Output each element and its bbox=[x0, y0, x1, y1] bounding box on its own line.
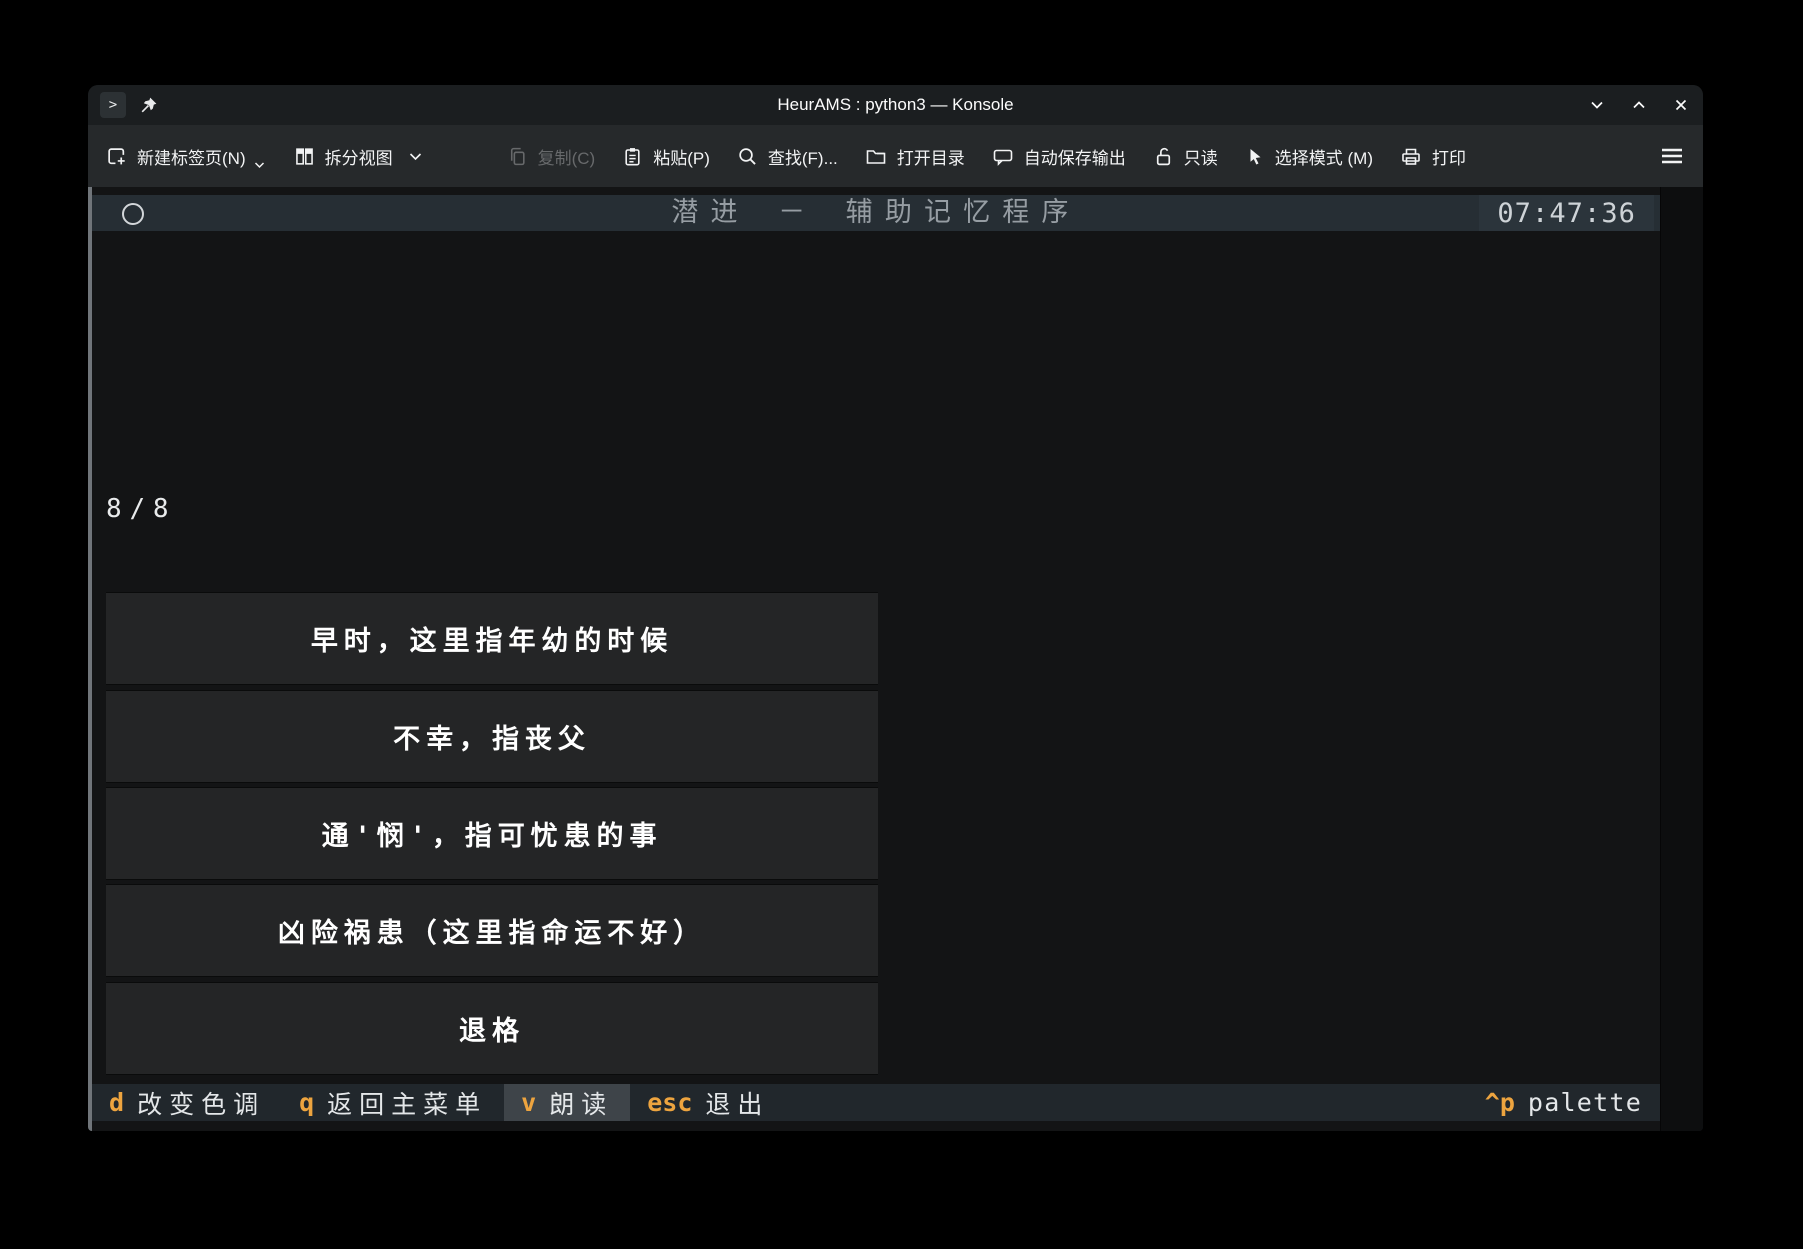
readonly-button[interactable]: 只读 bbox=[1153, 144, 1218, 169]
maximize-button[interactable] bbox=[1629, 95, 1649, 115]
split-view-icon bbox=[294, 146, 315, 167]
find-label: 查找(F)... bbox=[768, 144, 838, 169]
find-button[interactable]: 查找(F)... bbox=[737, 144, 838, 169]
chevron-down-icon bbox=[409, 152, 422, 161]
readonly-label: 只读 bbox=[1184, 144, 1218, 169]
terminal-content: 潜进 － 辅助记忆程序 07:47:36 8/8 臣密言：臣以险衅，夙遭闵凶. … bbox=[92, 187, 1660, 1131]
speech-bubble-icon bbox=[992, 146, 1014, 167]
paste-label: 粘贴(P) bbox=[653, 144, 710, 169]
search-icon bbox=[737, 146, 758, 167]
autosave-label: 自动保存输出 bbox=[1024, 144, 1126, 169]
split-view-label: 拆分视图 bbox=[325, 144, 393, 169]
open-dir-label: 打开目录 bbox=[897, 144, 965, 169]
hotkey-key: q bbox=[299, 1088, 314, 1117]
terminal-prompt-glyph: > bbox=[109, 97, 117, 113]
copy-label: 复制(C) bbox=[538, 144, 596, 169]
print-label: 打印 bbox=[1432, 144, 1466, 169]
pin-icon[interactable] bbox=[140, 96, 158, 114]
open-folder-icon bbox=[865, 146, 887, 167]
titlebar[interactable]: > HeurAMS : python3 — Konsole bbox=[88, 85, 1703, 125]
open-dir-button[interactable]: 打开目录 bbox=[865, 144, 965, 169]
split-view-button[interactable]: 拆分视图 bbox=[294, 144, 422, 169]
hotkey-main-menu[interactable]: q 返回主菜单 bbox=[282, 1084, 504, 1121]
select-mode-label: 选择模式 (M) bbox=[1275, 144, 1373, 169]
close-button[interactable] bbox=[1671, 95, 1691, 115]
hotkey-label: 返回主菜单 bbox=[327, 1085, 487, 1121]
answer-button-2[interactable]: 不幸，指丧父 bbox=[106, 690, 878, 783]
hotkey-label: palette bbox=[1528, 1088, 1642, 1117]
hamburger-menu-button[interactable] bbox=[1659, 145, 1685, 167]
hotkey-key: ^p bbox=[1485, 1088, 1515, 1117]
copy-button[interactable]: 复制(C) bbox=[507, 144, 596, 169]
dropdown-caret-icon bbox=[254, 161, 265, 169]
hotkey-palette[interactable]: ^p palette bbox=[1467, 1088, 1660, 1117]
window-title: HeurAMS : python3 — Konsole bbox=[88, 95, 1703, 115]
open-lock-icon bbox=[1153, 146, 1174, 167]
konsole-window: > HeurAMS : python3 — Konsole bbox=[88, 85, 1703, 1131]
scrollbar[interactable] bbox=[1660, 187, 1703, 1131]
autosave-button[interactable]: 自动保存输出 bbox=[992, 144, 1126, 169]
new-tab-icon bbox=[106, 146, 127, 167]
new-tab-label: 新建标签页(N) bbox=[137, 144, 246, 169]
hotkey-label: 朗读 bbox=[549, 1085, 613, 1121]
terminal-area: 潜进 － 辅助记忆程序 07:47:36 8/8 臣密言：臣以险衅，夙遭闵凶. … bbox=[88, 187, 1703, 1131]
hotkey-key: esc bbox=[647, 1088, 692, 1117]
answer-button-1[interactable]: 早时，这里指年幼的时候 bbox=[106, 592, 878, 685]
question-progress: 8/8 bbox=[106, 493, 569, 526]
hotkey-key: v bbox=[521, 1088, 536, 1117]
print-button[interactable]: 打印 bbox=[1400, 144, 1466, 169]
hotkey-key: d bbox=[109, 1088, 124, 1117]
app-title: 潜进 － 辅助记忆程序 bbox=[92, 195, 1660, 231]
hotkey-exit[interactable]: esc 退出 bbox=[630, 1084, 786, 1121]
answer-button-4[interactable]: 凶险祸患（这里指命运不好） bbox=[106, 884, 878, 977]
terminal-tab-icon[interactable]: > bbox=[100, 92, 126, 118]
app-header-bar: 潜进 － 辅助记忆程序 07:47:36 bbox=[92, 195, 1660, 231]
hamburger-menu-icon bbox=[1659, 145, 1685, 167]
copy-icon bbox=[507, 146, 528, 167]
paste-button[interactable]: 粘贴(P) bbox=[622, 144, 710, 169]
hotkey-change-theme[interactable]: d 改变色调 bbox=[92, 1084, 282, 1121]
toolbar: 新建标签页(N) 拆分视图 bbox=[88, 125, 1703, 187]
hotkey-read-aloud[interactable]: v 朗读 bbox=[504, 1084, 630, 1121]
hotkey-label: 改变色调 bbox=[137, 1085, 265, 1121]
hotkey-label: 退出 bbox=[705, 1085, 769, 1121]
new-tab-button[interactable]: 新建标签页(N) bbox=[106, 144, 267, 169]
select-mode-button[interactable]: 选择模式 (M) bbox=[1245, 144, 1373, 169]
statusbar: d 改变色调 q 返回主菜单 v 朗读 esc 退出 bbox=[92, 1084, 1660, 1121]
cursor-arrow-icon bbox=[1245, 146, 1265, 167]
clock: 07:47:36 bbox=[1479, 195, 1654, 231]
backspace-button[interactable]: 退格 bbox=[106, 982, 878, 1075]
paste-icon bbox=[622, 146, 643, 167]
printer-icon bbox=[1400, 146, 1422, 167]
minimize-button[interactable] bbox=[1587, 95, 1607, 115]
screen: > HeurAMS : python3 — Konsole bbox=[0, 0, 1803, 1249]
answer-button-3[interactable]: 通'悯'，指可忧患的事 bbox=[106, 787, 878, 880]
